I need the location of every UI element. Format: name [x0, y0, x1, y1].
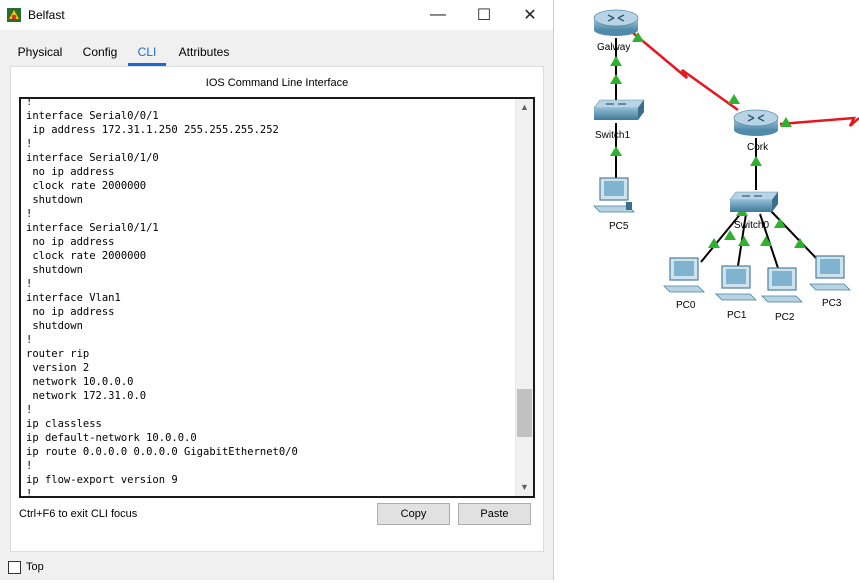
device-label-pc3: PC3 [822, 298, 842, 309]
router-cork[interactable]: Cork [733, 109, 779, 153]
cli-output[interactable]: ! interface Serial0/0/1 ip address 172.3… [26, 99, 298, 496]
window-title: Belfast [28, 8, 65, 22]
maximize-button[interactable]: ☐ [461, 0, 507, 30]
terminal-scrollbar[interactable]: ▲ ▼ [515, 99, 533, 496]
device-label-switch0: Switch0 [734, 220, 769, 231]
topology-canvas[interactable]: Galway Switch1 PC5 Cork Switch0 PC0 PC1 … [554, 0, 859, 580]
cli-header: IOS Command Line Interface [205, 77, 349, 89]
device-window: Belfast — ☐ ✕ Physical Config CLI Attrib… [0, 0, 554, 580]
device-label-switch1: Switch1 [595, 130, 630, 141]
device-label-cork: Cork [747, 142, 769, 153]
top-checkbox-label: Top [26, 561, 44, 573]
tab-attributes[interactable]: Attributes [172, 40, 236, 64]
link-up-icon [774, 218, 786, 228]
device-label-galway: Galway [597, 42, 630, 53]
pc-pc3[interactable]: PC3 [809, 255, 851, 309]
link-switch0-pc3 [769, 209, 817, 259]
tab-physical[interactable]: Physical [10, 40, 70, 64]
cli-panel: IOS Command Line Interface ! interface S… [10, 66, 544, 552]
paste-button[interactable]: Paste [458, 503, 531, 525]
close-button[interactable]: ✕ [507, 0, 553, 30]
pc-pc0[interactable]: PC0 [663, 257, 705, 311]
pc-icon [715, 265, 757, 301]
copy-button[interactable]: Copy [377, 503, 450, 525]
scroll-up-arrow-icon[interactable]: ▲ [516, 99, 533, 116]
tab-config[interactable]: Config [78, 40, 122, 64]
pc-pc5[interactable]: PC5 [593, 177, 635, 232]
device-label-pc2: PC2 [775, 312, 795, 323]
serial-link-galway-cork [631, 31, 739, 112]
link-up-icon [738, 236, 750, 246]
pc-pc2[interactable]: PC2 [761, 267, 803, 323]
maximize-icon: ☐ [476, 7, 492, 24]
link-up-icon [794, 238, 806, 248]
pc-icon [809, 255, 851, 291]
link-up-icon [610, 56, 622, 66]
link-up-icon [750, 156, 762, 166]
device-label-pc1: PC1 [727, 310, 747, 321]
pc-pc1[interactable]: PC1 [715, 265, 757, 321]
switch-switch0[interactable]: Switch0 [729, 191, 779, 231]
minimize-button[interactable]: — [415, 0, 461, 30]
device-label-pc5: PC5 [609, 221, 629, 232]
serial-link-cork-right [779, 116, 859, 127]
scroll-down-arrow-icon[interactable]: ▼ [516, 479, 533, 496]
links [615, 31, 859, 269]
top-checkbox[interactable] [8, 561, 21, 574]
minimize-icon: — [430, 6, 446, 23]
link-up-icon [610, 146, 622, 156]
tab-cli[interactable]: CLI [126, 40, 168, 66]
router-icon [593, 9, 639, 36]
device-label-pc0: PC0 [676, 300, 696, 311]
router-galway[interactable]: Galway [593, 9, 639, 53]
focus-hint: Ctrl+F6 to exit CLI focus [19, 508, 138, 520]
link-up-icon [610, 74, 622, 84]
switch-switch1[interactable]: Switch1 [593, 99, 645, 141]
packet-tracer-app-icon [7, 8, 21, 22]
link-up-icon [760, 236, 772, 246]
scroll-thumb[interactable] [517, 389, 532, 437]
switch-icon [729, 191, 779, 212]
router-icon [733, 109, 779, 136]
switch-icon [593, 99, 645, 120]
pc-icon [663, 257, 705, 293]
cli-terminal[interactable]: ! interface Serial0/0/1 ip address 172.3… [19, 97, 535, 498]
link-up-icon [728, 94, 740, 104]
close-icon: ✕ [523, 7, 537, 24]
pc-icon [593, 177, 635, 213]
title-bar: Belfast — ☐ ✕ [0, 0, 553, 30]
pc-icon [761, 267, 803, 303]
